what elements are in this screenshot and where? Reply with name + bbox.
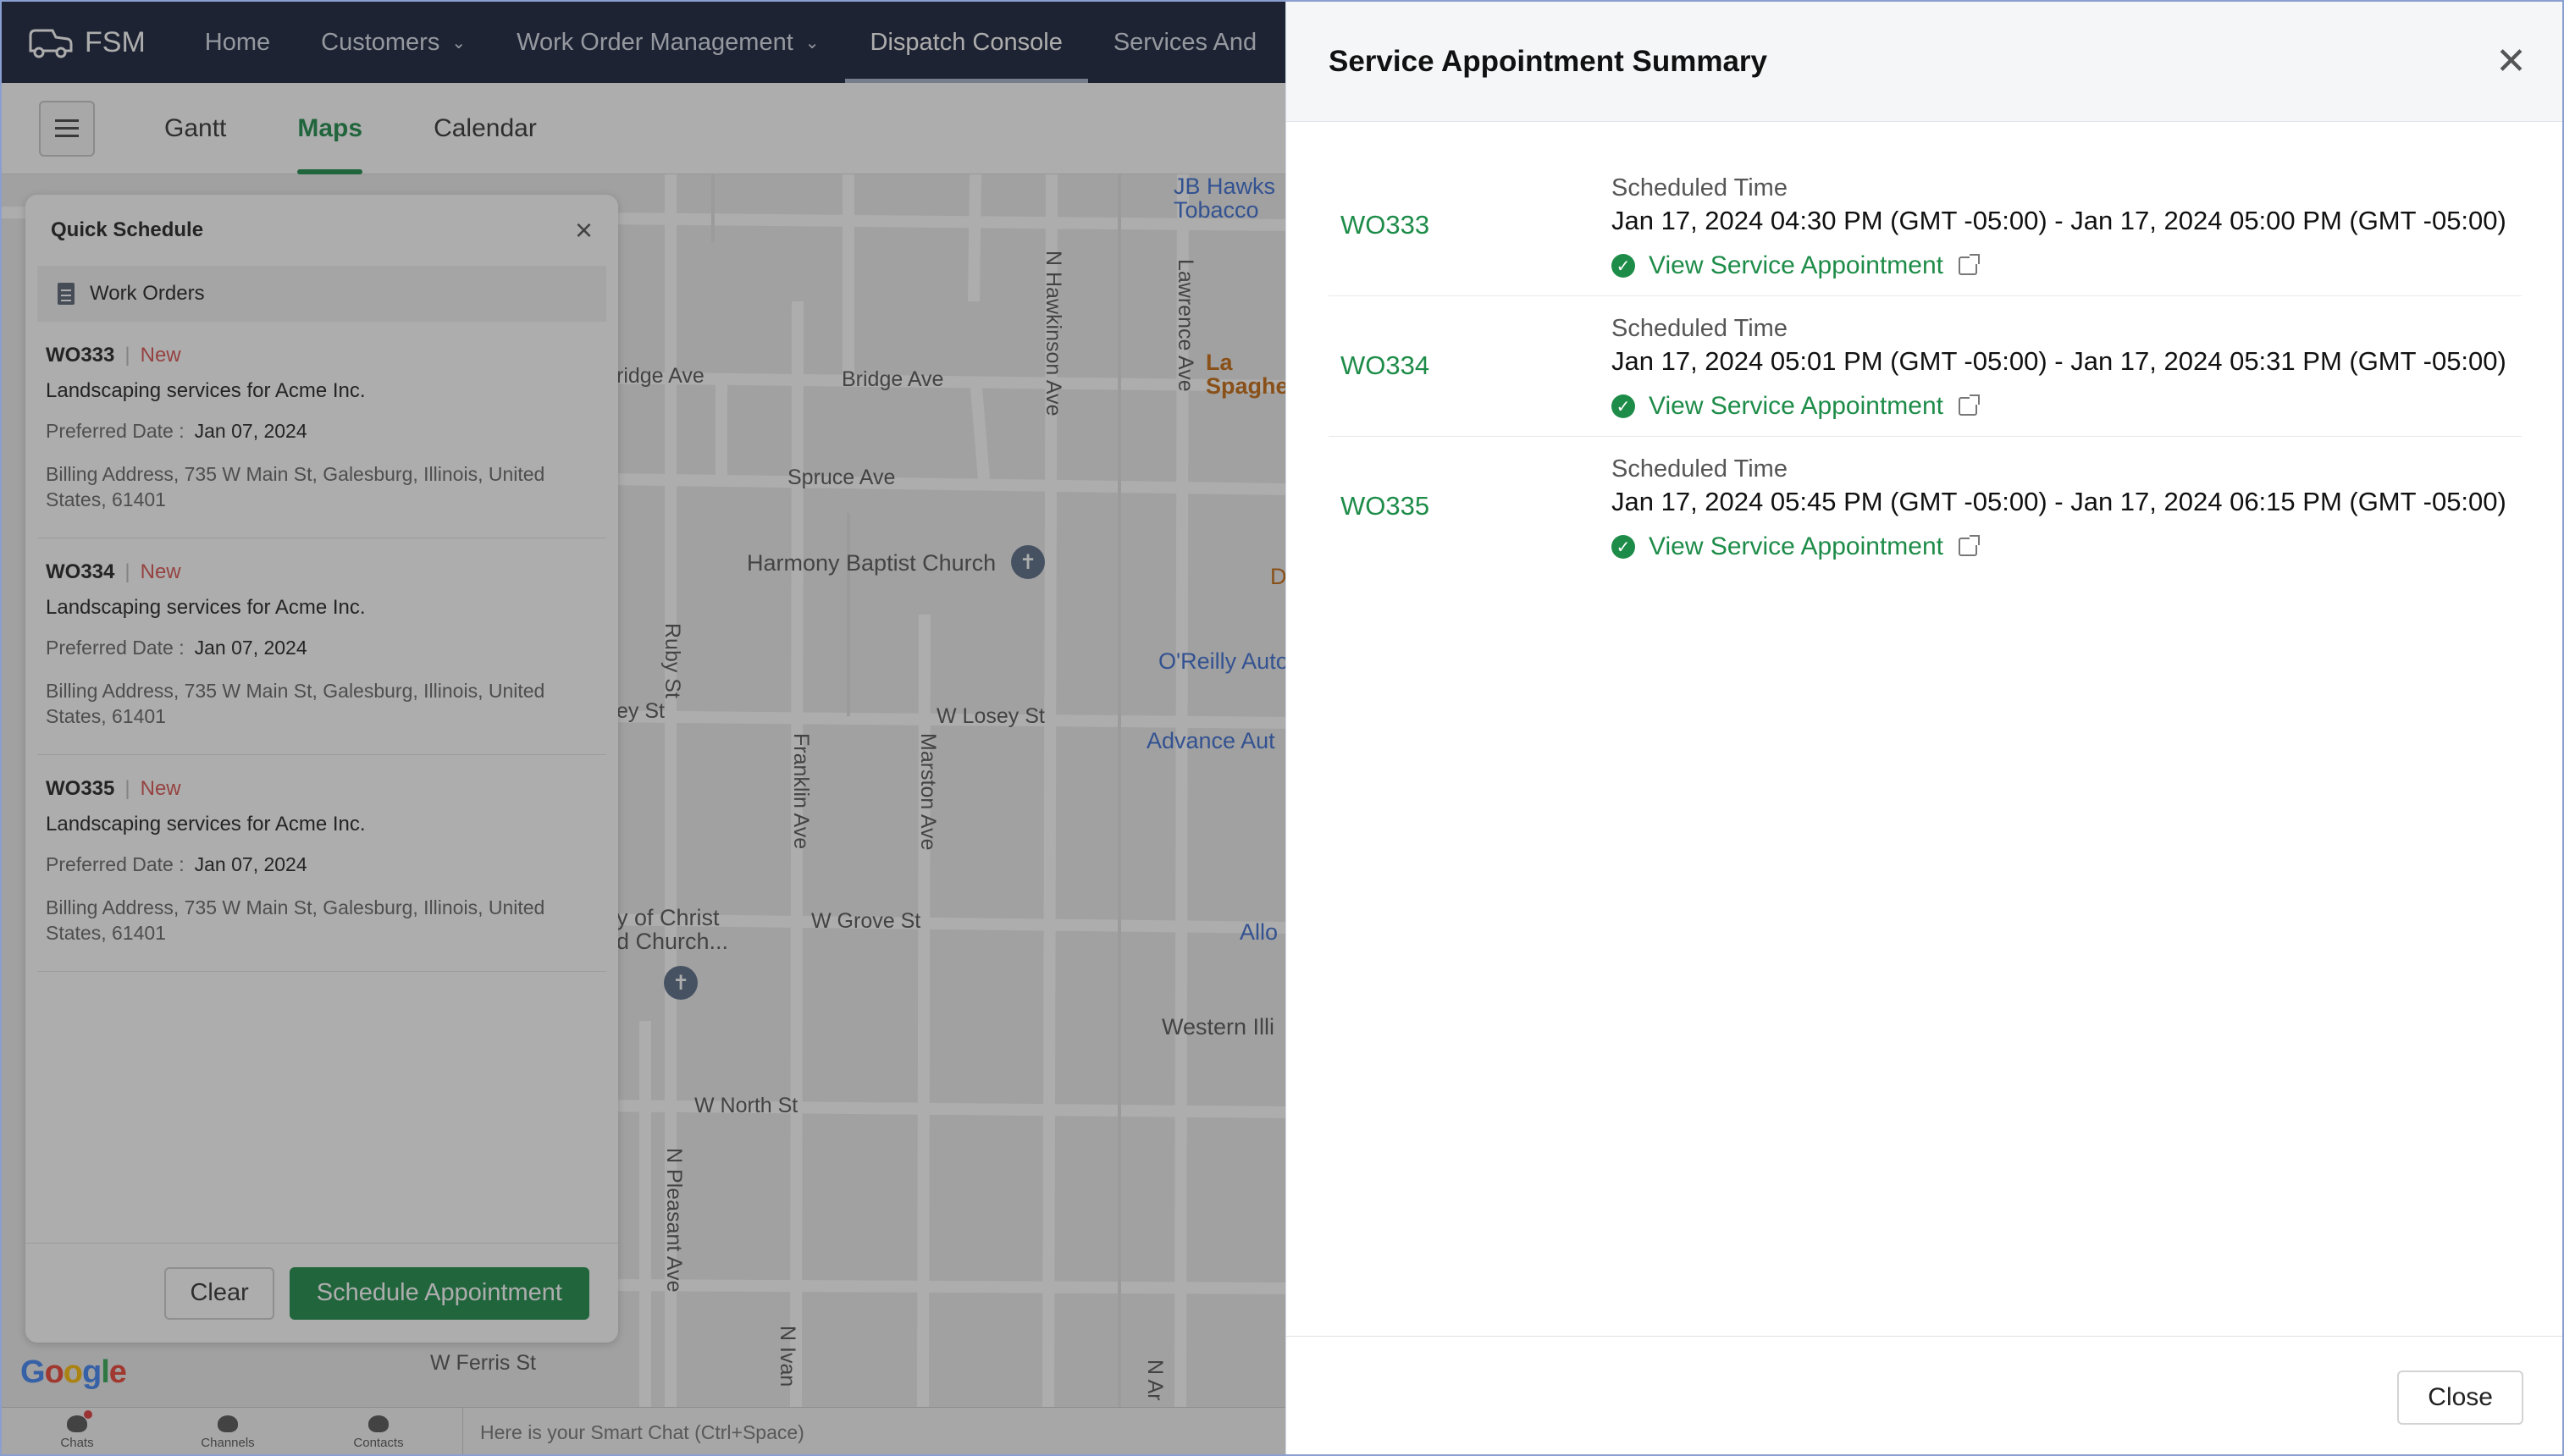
view-service-appointment-label: View Service Appointment — [1649, 251, 1943, 279]
view-service-appointment-label: View Service Appointment — [1649, 532, 1943, 560]
app-root: FSM Home Customers ⌄ Work Order Managemen… — [0, 0, 2564, 1456]
modal-title: Service Appointment Summary — [1329, 44, 1768, 78]
appointment-row: WO334 Scheduled Time Jan 17, 2024 05:01 … — [1329, 296, 2522, 437]
scheduled-time-label: Scheduled Time — [1611, 455, 1788, 483]
work-order-link[interactable]: WO334 — [1329, 296, 1611, 381]
appointment-row: WO335 Scheduled Time Jan 17, 2024 05:45 … — [1329, 437, 2522, 577]
view-service-appointment-label: View Service Appointment — [1649, 392, 1943, 420]
external-link-icon — [1958, 254, 1980, 275]
work-order-link[interactable]: WO335 — [1329, 437, 1611, 521]
external-link-icon — [1958, 535, 1980, 556]
check-circle-icon: ✓ — [1611, 394, 1635, 418]
scheduled-time-label: Scheduled Time — [1611, 315, 1788, 342]
check-circle-icon: ✓ — [1611, 535, 1635, 559]
service-appointment-summary-modal: Service Appointment Summary ✕ WO333 Sche… — [1285, 2, 2562, 1454]
scheduled-time-label: Scheduled Time — [1611, 174, 1788, 201]
scheduled-time-value: Jan 17, 2024 05:45 PM (GMT -05:00) - Jan… — [1611, 487, 2506, 516]
check-circle-icon: ✓ — [1611, 254, 1635, 278]
view-service-appointment-link[interactable]: ✓ View Service Appointment — [1611, 251, 2506, 280]
external-link-icon — [1958, 394, 1980, 416]
scheduled-time-value: Jan 17, 2024 04:30 PM (GMT -05:00) - Jan… — [1611, 206, 2506, 235]
close-icon[interactable]: ✕ — [2495, 40, 2527, 83]
view-service-appointment-link[interactable]: ✓ View Service Appointment — [1611, 532, 2506, 561]
close-button[interactable]: Close — [2397, 1370, 2523, 1425]
scheduled-time-value: Jan 17, 2024 05:01 PM (GMT -05:00) - Jan… — [1611, 346, 2506, 376]
view-service-appointment-link[interactable]: ✓ View Service Appointment — [1611, 392, 2506, 421]
work-order-link[interactable]: WO333 — [1329, 156, 1611, 240]
modal-backdrop[interactable] — [2, 2, 1289, 1454]
appointment-list: WO333 Scheduled Time Jan 17, 2024 04:30 … — [1286, 156, 2562, 577]
modal-footer: Close — [1286, 1336, 2562, 1454]
modal-header: Service Appointment Summary ✕ — [1286, 2, 2562, 122]
appointment-row: WO333 Scheduled Time Jan 17, 2024 04:30 … — [1329, 156, 2522, 296]
